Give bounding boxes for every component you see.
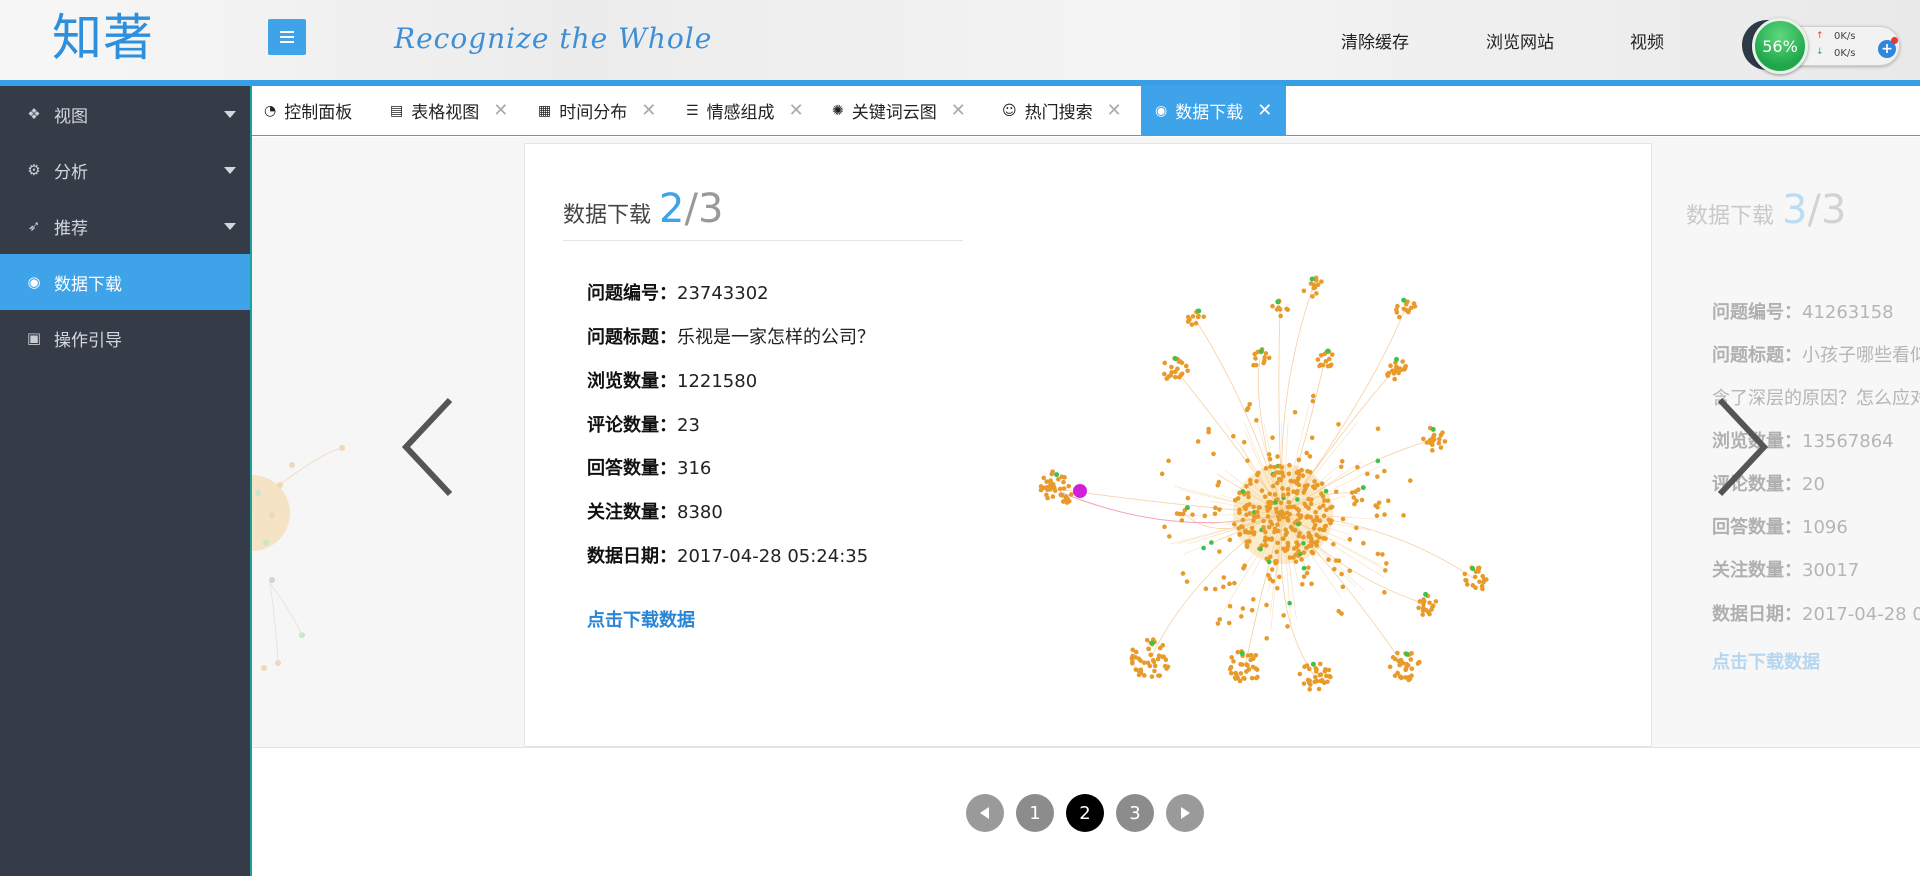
clipboard-icon: ▤ [390, 102, 404, 119]
next-field-answer-count: 回答数量：1096 [1712, 517, 1848, 538]
caret-down-icon [224, 111, 236, 118]
field-view-count: 浏览数量：1221580 [587, 371, 758, 392]
nav-browse-site[interactable]: 浏览网站 [1486, 28, 1554, 53]
download-arrow-icon: ↓ [1816, 47, 1824, 57]
field-comment-count: 评论数量：23 [587, 415, 700, 436]
slide-title-label: 数据下载 [563, 203, 652, 228]
next-field-follow-count: 关注数量：30017 [1712, 560, 1860, 581]
record-icon: ◉ [27, 273, 41, 291]
triangle-left-icon [980, 807, 989, 819]
tab-label: 热门搜索 [1024, 103, 1093, 123]
speed-monitor-widget[interactable]: 56% ↑ 0K/s ↓ 0K/s + [1742, 16, 1902, 74]
hamburger-icon [280, 31, 294, 33]
pager-page-3[interactable]: 3 [1116, 794, 1154, 832]
spinner-icon: ✺ [832, 102, 844, 119]
next-slide-card: 数据下载 3 / 3 问题编号：41263158 问题标题：小孩子哪些看似 含了… [1652, 143, 1920, 747]
caret-down-icon [224, 223, 236, 230]
nav-video[interactable]: 视频 [1630, 28, 1664, 53]
tab-label: 表格视图 [411, 103, 480, 123]
smile-icon: ☺ [1002, 102, 1017, 119]
sidebar-item-analysis[interactable]: ⚙ 分析 [0, 142, 250, 198]
next-slide-title: 数据下载 3 / 3 [1686, 187, 1847, 233]
tab-label: 情感组成 [706, 103, 775, 123]
notification-dot [1891, 37, 1898, 44]
tab-label: 控制面板 [284, 103, 353, 123]
field-question-title: 问题标题：乐视是一家怎样的公司？ [587, 327, 875, 348]
address-book-icon: ▣ [26, 329, 42, 347]
slide-current-index: 2 [659, 186, 685, 232]
sidebar-item-label: 操作引导 [54, 330, 122, 351]
tab-label: 关键词云图 [851, 103, 937, 123]
sidebar-item-data-download[interactable]: ◉ 数据下载 [0, 254, 250, 310]
close-icon[interactable]: ✕ [493, 100, 508, 121]
field-question-id: 问题编号：23743302 [587, 283, 769, 304]
tab-table-view[interactable]: ▤ 表格视图 ✕ [390, 86, 508, 135]
pager-page-2[interactable]: 2 [1066, 794, 1104, 832]
tab-label: 时间分布 [559, 103, 628, 123]
cubes-icon: ❖ [27, 105, 41, 123]
sidebar-item-label: 视图 [54, 106, 88, 127]
caret-down-icon [224, 167, 236, 174]
upload-arrow-icon: ↑ [1816, 31, 1824, 41]
sidebar: ❖ 视图 ⚙ 分析 ➶ 推荐 ◉ 数据下载 ▣ 操作引导 [0, 86, 250, 876]
triangle-right-icon [1181, 807, 1190, 819]
logo[interactable]: 知著 [52, 6, 154, 70]
close-icon[interactable]: ✕ [951, 100, 966, 121]
tab-time-distribution[interactable]: ▦ 时间分布 ✕ [538, 86, 656, 135]
sidebar-item-label: 数据下载 [54, 274, 122, 295]
pager-prev-button[interactable] [966, 794, 1004, 832]
sidebar-item-label: 推荐 [54, 218, 88, 239]
tab-sentiment[interactable]: ☰ 情感组成 ✕ [686, 86, 804, 135]
tab-hot-search[interactable]: ☺ 热门搜索 ✕ [1002, 86, 1122, 135]
stage-divider [252, 747, 1920, 748]
next-field-question-title: 问题标题：小孩子哪些看似 [1712, 345, 1920, 366]
close-icon[interactable]: ✕ [789, 100, 804, 121]
previous-slide-graph-preview [252, 445, 345, 671]
prev-slide-arrow-icon[interactable] [398, 392, 458, 502]
sidebar-item-label: 分析 [54, 162, 88, 183]
next-slide-arrow-icon[interactable] [1712, 392, 1772, 502]
tab-dashboard[interactable]: ◔ 控制面板 [264, 86, 352, 135]
next-field-data-date: 数据日期：2017-04-28 05 [1712, 604, 1920, 625]
menu-toggle-button[interactable] [268, 19, 306, 55]
tab-label: 数据下载 [1175, 103, 1244, 123]
tab-keyword-cloud[interactable]: ✺ 关键词云图 ✕ [832, 86, 966, 135]
record-icon: ◉ [1155, 102, 1168, 119]
sidebar-item-recommend[interactable]: ➶ 推荐 [0, 198, 250, 254]
field-data-date: 数据日期：2017-04-28 05:24:35 [587, 546, 869, 567]
tagline: Recognize the Whole [394, 22, 713, 55]
table-icon: ▦ [538, 102, 552, 119]
slide-card: 数据下载 2 / 3 问题编号：23743302 问题标题：乐视是一家怎样的公司… [524, 143, 1652, 747]
list-icon: ☰ [686, 102, 699, 119]
dashboard-icon: ◔ [264, 102, 277, 119]
download-data-link[interactable]: 点击下载数据 [587, 606, 695, 632]
field-answer-count: 回答数量：316 [587, 458, 712, 479]
close-icon[interactable]: ✕ [641, 100, 656, 121]
pager-next-button[interactable] [1166, 794, 1204, 832]
slide-title: 数据下载 2 / 3 [563, 186, 963, 241]
relationship-network-graph[interactable] [1005, 239, 1565, 719]
gears-icon: ⚙ [27, 161, 41, 179]
tab-bar: ◔ 控制面板 ▤ 表格视图 ✕ ▦ 时间分布 ✕ ☰ 情感组成 ✕ ✺ 关键词云… [252, 86, 1920, 136]
close-icon[interactable]: ✕ [1257, 100, 1272, 121]
memory-percent[interactable]: 56% [1752, 18, 1808, 74]
slide-separator: / [684, 186, 698, 232]
sidebar-item-view[interactable]: ❖ 视图 [0, 86, 250, 142]
next-field-question-id: 问题编号：41263158 [1712, 302, 1894, 323]
field-follow-count: 关注数量：8380 [587, 502, 723, 523]
top-header: 知著 Recognize the Whole 清除缓存 浏览网站 视频 56% … [0, 0, 1920, 80]
pagination: 1 2 3 [966, 794, 1204, 832]
tab-data-download[interactable]: ◉ 数据下载 ✕ [1141, 86, 1287, 135]
sidebar-item-guide[interactable]: ▣ 操作引导 [0, 310, 250, 366]
paper-plane-icon: ➶ [27, 217, 41, 235]
close-icon[interactable]: ✕ [1107, 100, 1122, 121]
nav-clear-cache[interactable]: 清除缓存 [1341, 28, 1409, 53]
upload-rate: 0K/s [1834, 31, 1856, 42]
download-rate: 0K/s [1834, 48, 1856, 59]
next-download-data-link[interactable]: 点击下载数据 [1712, 648, 1820, 674]
pager-page-1[interactable]: 1 [1016, 794, 1054, 832]
slide-total: 3 [697, 186, 724, 232]
